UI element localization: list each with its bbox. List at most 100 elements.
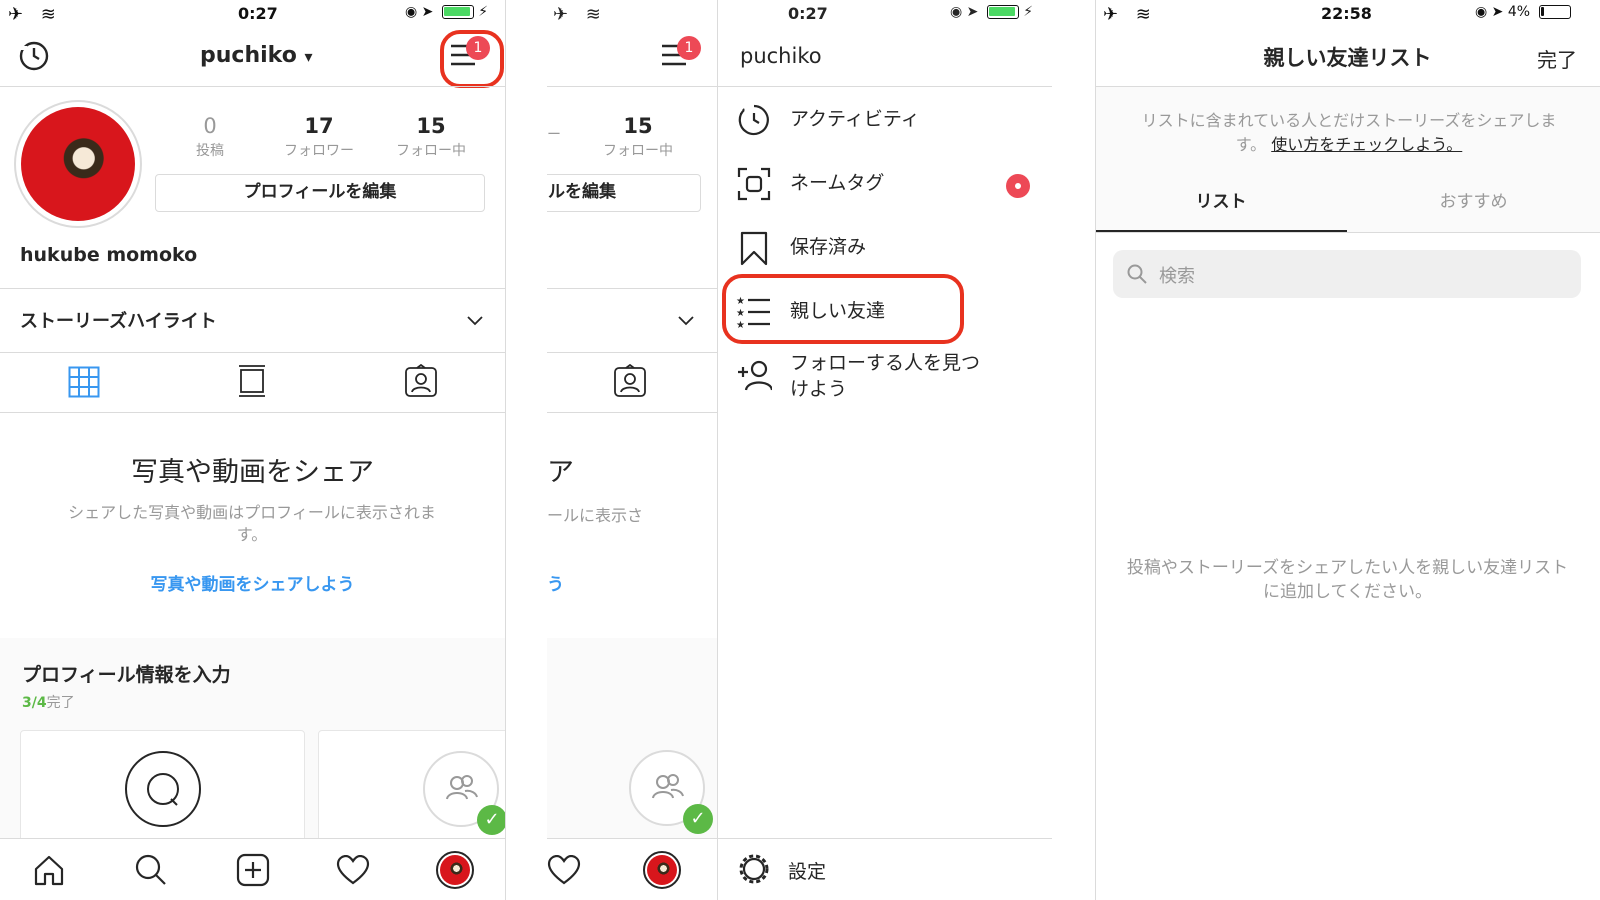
divider [547,352,717,353]
settings-label: 設定 [788,861,827,883]
nametag-icon [736,166,772,202]
profile-behind-drawer: ✈ ≋ 1 ー 15 フォロー中 ルを編集 ア ールに表示さ う ✓ [547,0,717,900]
empty-title-partial: ア [547,457,574,488]
complete-profile-section: ✓ [547,638,717,838]
followers-label: フォロワー [284,143,354,159]
status-right-icons: ◉ ➤ ⚡ [950,4,1034,20]
divider [547,288,717,289]
menu-item-discover-people[interactable]: フォローする人を見つけよう [718,346,1052,410]
posts-label: 投稿 [196,143,224,159]
edit-profile-button[interactable]: プロフィールを編集 [155,174,485,212]
profile-card-friends[interactable]: ✓ [318,730,505,850]
avatar[interactable] [14,100,142,228]
menu-item-saved[interactable]: 保存済み [718,218,1052,274]
search-input[interactable]: 検索 [1113,250,1581,298]
avatar-image [440,855,470,885]
side-drawer: 0:27 ◉ ➤ ⚡ puchiko アクティビティ ネームタグ 保存済み ★ … [717,0,1052,900]
settings-gear-icon [736,851,772,891]
header-username: puchiko [200,43,297,68]
followers-stat[interactable]: 17 フォロワー [268,114,370,160]
bookmark-icon [736,230,772,266]
following-count: 15 [416,114,446,138]
divider [0,412,505,413]
drawer-username: puchiko [740,44,822,68]
new-indicator-badge [1006,174,1030,198]
tab-suggested[interactable]: おすすめ [1347,187,1600,212]
grid-view-icon[interactable] [68,366,100,402]
add-post-icon[interactable] [236,853,270,887]
panel-divider [505,0,506,900]
share-link-partial: う [547,575,564,595]
close-friends-screen: ✈ ≋ 22:58 ◉ ➤ 4% 親しい友達リスト 完了 リストに含まれている人… [1095,0,1600,900]
heart-icon[interactable] [336,855,370,885]
status-time: 22:58 [1321,4,1372,23]
divider [0,288,505,289]
tagged-photos-icon [613,363,647,402]
empty-body: シェアした写真や動画はプロフィールに表示されます。 [68,503,436,544]
complete-profile-section: プロフィール情報を入力 3/4完了 ✓ [0,638,505,850]
feed-view-icon[interactable] [238,364,266,402]
empty-body-partial: ールに表示さ [547,506,644,525]
following-label: フォロー中 [396,143,466,159]
profile-screen: ✈ ≋ 0:27 ◉ ➤ ⚡ puchiko ▾ 1 0 投稿 17 フォロワー… [0,0,505,900]
highlight-ring-close-friends [722,274,964,344]
display-name: hukube momoko [20,244,198,266]
profile-tab-avatar [643,851,681,889]
check-icon: ✓ [477,805,505,835]
menu-badge: 1 [677,36,701,60]
airplane-wifi-icons: ✈ ≋ [553,4,607,25]
battery-icon [986,5,1019,19]
highlight-ring-menu [440,30,504,88]
chevron-down-icon[interactable] [466,312,484,331]
status-time: 0:27 [238,4,278,23]
battery-icon [1538,5,1571,19]
following-stat: 15 フォロー中 [587,114,689,160]
posts-count: 0 [203,114,217,138]
search-icon [1127,264,1147,288]
menu-item-label: 保存済み [790,236,867,258]
menu-item-activity[interactable]: アクティビティ [718,90,1052,146]
profile-card-bio[interactable] [20,730,305,850]
chevron-down-icon: ▾ [304,47,313,66]
edit-profile-button: ルを編集 [547,174,701,212]
battery-percent: 4% [1507,4,1531,20]
divider [547,86,717,87]
heart-icon [547,854,581,889]
how-to-link[interactable]: 使い方をチェックしよう。 [1271,135,1462,154]
panel-divider [1095,0,1096,900]
activity-icon [736,102,772,138]
side-menu-screen: ✈ ≋ 1 ー 15 フォロー中 ルを編集 ア ールに表示さ う ✓ 0:27 … [547,0,1052,900]
story-highlights-label[interactable]: ストーリーズハイライト [20,307,217,333]
check-icon: ✓ [683,804,713,834]
tab-list[interactable]: リスト [1095,187,1347,212]
empty-title: 写真や動画をシェア [131,457,374,488]
progress-suffix: 完了 [46,695,75,711]
settings-row[interactable]: 設定 [718,838,1052,900]
info-section: リストに含まれている人とだけストーリーズをシェアします。 使い方をチェックしよう… [1095,87,1600,232]
menu-item-label: ネームタグ [790,172,885,194]
following-stat[interactable]: 15 フォロー中 [380,114,482,160]
following-label: フォロー中 [603,143,673,159]
airplane-wifi-icons: ✈ ≋ [8,4,62,25]
search-icon[interactable] [134,853,168,887]
profile-tab-avatar[interactable] [436,851,474,889]
history-icon[interactable] [16,38,52,78]
done-button[interactable]: 完了 [1537,44,1577,73]
followers-count: 17 [304,114,334,138]
status-time: 0:27 [788,4,828,23]
avatar-image [647,855,677,885]
complete-progress: 3/4完了 [22,692,75,712]
username-switcher[interactable]: puchiko ▾ [200,43,313,68]
home-icon[interactable] [32,853,66,887]
tagged-photos-icon[interactable] [404,363,438,402]
status-right-icons: ◉ ➤ 4% [1475,4,1571,20]
menu-item-label: アクティビティ [790,108,920,130]
airplane-wifi-icons: ✈ ≋ [1103,4,1157,25]
add-person-icon [736,358,774,394]
battery-icon [441,5,474,19]
menu-item-nametag[interactable]: ネームタグ [718,154,1052,210]
menu-item-label: フォローする人を見つけよう [790,352,981,400]
speech-bubble-icon [125,751,201,827]
share-link[interactable]: 写真や動画をシェアしよう [0,570,505,595]
info-text: リストに含まれている人とだけストーリーズをシェアします。 使い方をチェックしよう… [1129,109,1569,157]
